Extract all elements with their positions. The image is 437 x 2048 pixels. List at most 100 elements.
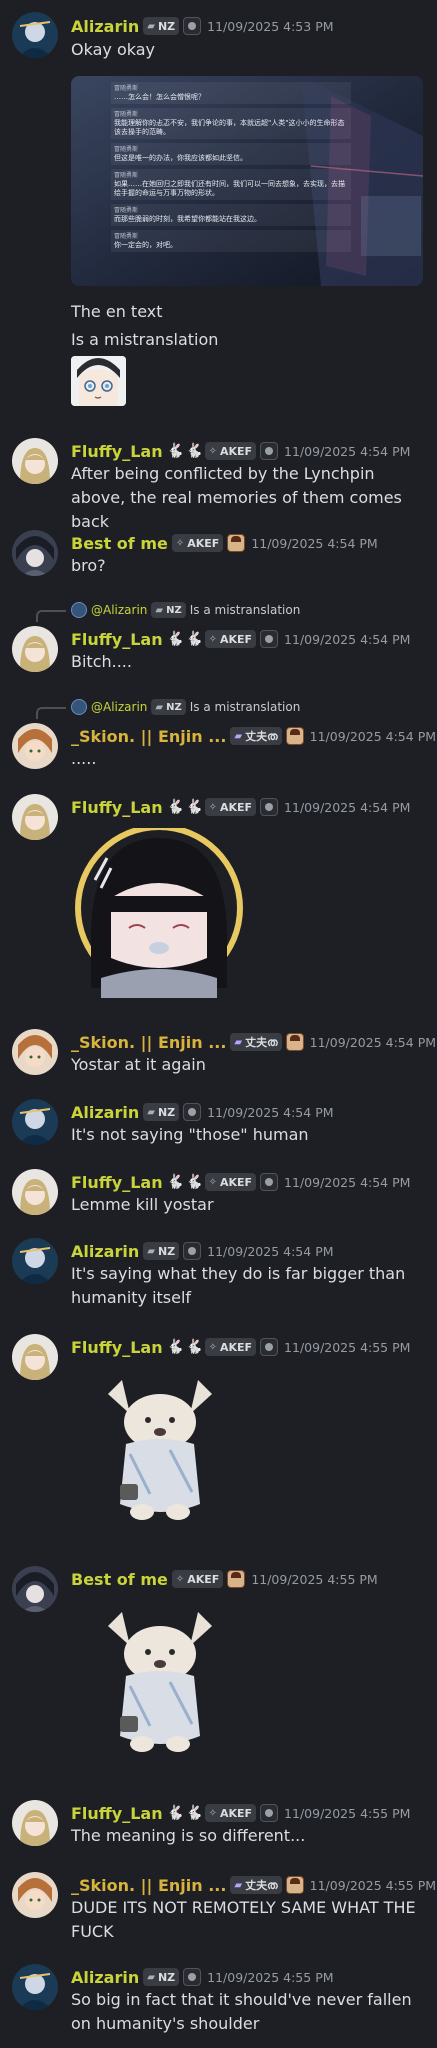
nz-tag[interactable]: ▰ NZ [143,1242,180,1260]
akef-tag[interactable]: ✧ AKEF [204,630,257,648]
sticker-chibi-face[interactable] [71,356,126,406]
sticker-fluffy-creature[interactable] [100,1374,220,1524]
username[interactable]: Fluffy_Lan [71,1338,163,1357]
avatar-skion[interactable] [12,723,58,769]
role-badge-icon[interactable] [260,630,279,648]
timestamp[interactable]: 11/09/2025 4:55 PM [207,1970,333,1985]
akef-tag[interactable]: ✧ AKEF [204,798,257,816]
avatar-alizarin[interactable] [12,12,58,58]
timestamp[interactable]: 11/09/2025 4:54 PM [284,444,410,459]
sticker-fluffy-creature[interactable] [100,1606,220,1756]
avatar-best-of-me[interactable] [12,530,58,576]
clan-tag[interactable]: ▰ 丈夫ത [230,1033,282,1051]
avatar-skion[interactable] [12,1029,58,1075]
username[interactable]: _Skion. || Enjin ... [71,1876,226,1895]
timestamp[interactable]: 11/09/2025 4:54 PM [251,536,377,551]
timestamp[interactable]: 11/09/2025 4:55 PM [284,1806,410,1821]
nz-tag[interactable]: ▰ NZ [143,17,180,35]
timestamp[interactable]: 11/09/2025 4:54 PM [310,1035,436,1050]
image-attachment-game-screenshot[interactable]: 冒随勇斯 ……怎么会！怎么会憎恨呢？ 冒随勇斯 我能理解你的忐忑不安，我们争论的… [71,76,423,286]
avatar-best-of-me[interactable] [12,1566,58,1612]
akef-tag[interactable]: ✧ AKEF [204,1173,257,1191]
avatar-skion[interactable] [12,1872,58,1918]
username[interactable]: Fluffy_Lan [71,630,163,649]
username[interactable]: Fluffy_Lan [71,1173,163,1192]
timestamp[interactable]: 11/09/2025 4:55 PM [251,1572,377,1587]
rabbit-icon[interactable]: 🐇 [186,443,203,459]
timestamp[interactable]: 11/09/2025 4:54 PM [284,632,410,647]
avatar-alizarin[interactable] [12,1238,58,1284]
role-badge-icon[interactable] [260,442,279,460]
rabbit-icon[interactable]: 🐇 [167,443,184,459]
rabbit-icon[interactable]: 🐇 [186,1339,203,1355]
timestamp[interactable]: 11/09/2025 4:55 PM [284,1340,410,1355]
role-badge-icon[interactable] [285,1033,304,1051]
nz-tag[interactable]: ▰ NZ [143,1968,180,1986]
timestamp[interactable]: 11/09/2025 4:55 PM [310,1878,436,1893]
role-badge-icon[interactable] [183,1103,202,1121]
role-badge-icon[interactable] [183,1968,202,1986]
rabbit-icon[interactable]: 🐇 [167,799,184,815]
timestamp[interactable]: 11/09/2025 4:53 PM [207,19,333,34]
role-badge-icon[interactable] [285,727,304,745]
clan-tag[interactable]: ▰ 丈夫ത [230,727,282,745]
rabbit-icon[interactable]: 🐇 [186,631,203,647]
avatar-fluffy-lan[interactable] [12,1169,58,1215]
akef-tag[interactable]: ✧ AKEF [204,1804,257,1822]
avatar-fluffy-lan[interactable] [12,794,58,840]
timestamp[interactable]: 11/09/2025 4:54 PM [310,729,436,744]
username[interactable]: Fluffy_Lan [71,442,163,461]
username[interactable]: _Skion. || Enjin ... [71,1033,226,1052]
clan-tag[interactable]: ▰ 丈夫ത [230,1876,282,1894]
sparkle-icon: ✧ [208,1176,217,1188]
timestamp[interactable]: 11/09/2025 4:54 PM [284,800,410,815]
rabbit-icon[interactable]: 🐇 [167,631,184,647]
username[interactable]: Fluffy_Lan [71,1804,163,1823]
avatar-fluffy-lan[interactable] [12,1800,58,1846]
message: _Skion. || Enjin ... ▰ 丈夫ത 11/09/2025 4:5… [0,1025,437,1095]
rabbit-icon[interactable]: 🐇 [186,1174,203,1190]
nz-tag[interactable]: ▰ NZ [143,1103,180,1121]
avatar-mini [71,699,87,715]
rabbit-icon[interactable]: 🐇 [186,1805,203,1821]
akef-tag[interactable]: ✧ AKEF [171,1570,224,1588]
akef-tag[interactable]: ✧ AKEF [204,442,257,460]
fluffy-creature-icon [108,1612,212,1752]
role-badge-icon[interactable] [227,1570,246,1588]
avatar-fluffy-lan[interactable] [12,626,58,672]
role-badge-icon[interactable] [260,1804,279,1822]
rabbit-icon[interactable]: 🐇 [167,1174,184,1190]
avatar-fluffy-lan[interactable] [12,1334,58,1380]
role-badge-icon[interactable] [260,1173,279,1191]
username[interactable]: Alizarin [71,1103,139,1122]
rabbit-icon[interactable]: 🐇 [186,799,203,815]
username[interactable]: _Skion. || Enjin ... [71,727,226,746]
timestamp[interactable]: 11/09/2025 4:54 PM [207,1244,333,1259]
avatar-fluffy-lan[interactable] [12,438,58,484]
avatar-alizarin[interactable] [12,1964,58,2010]
rabbit-icon[interactable]: 🐇 [167,1339,184,1355]
role-badge-icon[interactable] [260,1338,279,1356]
timestamp[interactable]: 11/09/2025 4:54 PM [284,1175,410,1190]
rabbit-icon[interactable]: 🐇 [167,1805,184,1821]
username[interactable]: Alizarin [71,17,139,36]
message: Fluffy_Lan 🐇 🐇 ✧ AKEF 11/09/2025 4:55 PM [0,1330,437,1540]
username[interactable]: Best of me [71,534,168,553]
username[interactable]: Alizarin [71,1968,139,1987]
reply-preview[interactable]: @Alizarin ▰ NZ Is a mistranslation [71,600,300,620]
role-badge-icon[interactable] [183,1242,202,1260]
role-badge-icon[interactable] [227,534,246,552]
username[interactable]: Best of me [71,1570,168,1589]
image-attachment-chibi-girl[interactable] [71,828,246,998]
timestamp[interactable]: 11/09/2025 4:54 PM [207,1105,333,1120]
role-badge-icon[interactable] [260,798,279,816]
role-badge-icon[interactable] [285,1876,304,1894]
akef-tag[interactable]: ✧ AKEF [204,1338,257,1356]
username[interactable]: Alizarin [71,1242,139,1261]
fluffy-creature-icon [108,1380,212,1520]
akef-tag[interactable]: ✧ AKEF [171,534,224,552]
username[interactable]: Fluffy_Lan [71,798,163,817]
reply-preview[interactable]: @Alizarin ▰ NZ Is a mistranslation [71,697,300,717]
avatar-alizarin[interactable] [12,1099,58,1145]
role-badge-icon[interactable] [183,17,202,35]
